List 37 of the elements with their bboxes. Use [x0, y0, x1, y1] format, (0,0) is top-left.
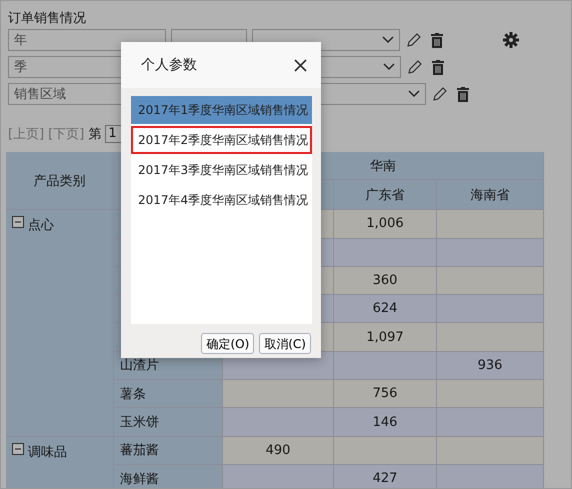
value-cell: 1,006	[334, 210, 437, 239]
value-cell: 427	[334, 464, 437, 488]
parameter-item[interactable]: 2017年1季度华南区域销售情况	[131, 96, 312, 124]
chevron-down-icon	[382, 36, 394, 44]
collapse-icon[interactable]	[12, 442, 24, 455]
edit-icon[interactable]	[405, 31, 423, 49]
value-cell: 1,097	[334, 323, 437, 352]
edit-icon[interactable]	[406, 58, 424, 76]
group-label: 点心	[28, 217, 54, 234]
delete-icon[interactable]	[429, 58, 447, 76]
header-cell: 广东省	[334, 180, 437, 210]
group-label: 调味品	[28, 444, 67, 461]
header-cell: 产品类别	[6, 152, 114, 210]
delete-icon[interactable]	[428, 31, 446, 49]
product-cell: 薯条	[114, 380, 223, 408]
ok-button[interactable]: 确定(O)	[201, 333, 254, 354]
settings-icon[interactable]	[503, 32, 519, 48]
value-cell: 360	[334, 266, 437, 296]
delete-icon[interactable]	[454, 85, 472, 103]
product-cell: 玉米饼	[114, 408, 223, 437]
value-cell: 146	[334, 408, 437, 437]
report-title: 订单销售情况	[8, 10, 87, 28]
collapse-icon[interactable]	[12, 216, 24, 228]
value-cell: 756	[334, 380, 437, 408]
value-cell: 936	[437, 352, 544, 380]
parameter-item[interactable]: 2017年2季度华南区域销售情况	[131, 126, 312, 154]
chevron-down-icon	[408, 90, 420, 98]
edit-icon[interactable]	[431, 85, 449, 103]
cancel-button[interactable]: 取消(C)	[259, 333, 311, 354]
product-cell: 海鲜酱	[114, 464, 223, 488]
page-label: 第	[88, 126, 102, 143]
product-cell: 蕃茄酱	[114, 436, 223, 465]
chevron-down-icon	[383, 63, 395, 71]
value-cell: 490	[223, 436, 334, 465]
close-icon[interactable]	[294, 58, 307, 72]
header-cell: 海南省	[437, 180, 544, 210]
value-cell: 624	[334, 295, 437, 324]
